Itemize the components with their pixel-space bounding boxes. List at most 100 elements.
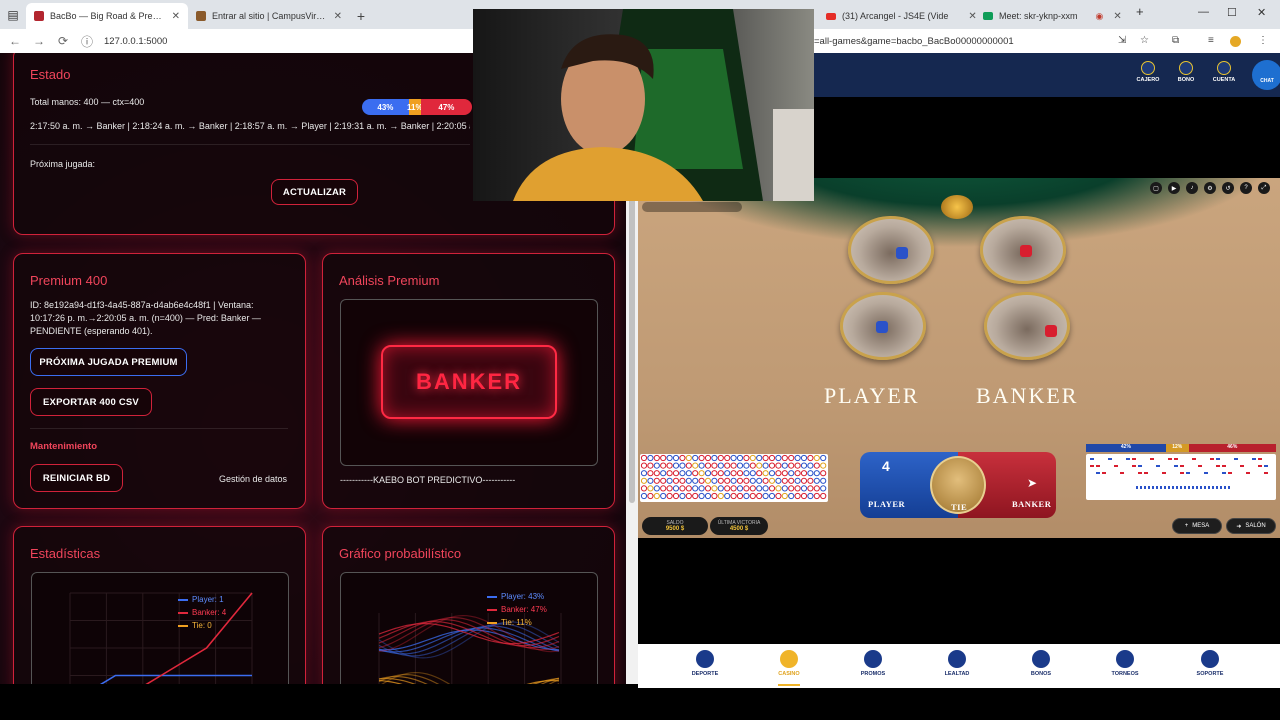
- nav-casino[interactable]: CASINO: [764, 650, 814, 686]
- profile-avatar[interactable]: [1230, 36, 1241, 47]
- nav-promos[interactable]: PROMOS: [848, 650, 898, 677]
- chat-button[interactable]: CHAT: [1252, 60, 1280, 90]
- bead-road[interactable]: [640, 454, 828, 502]
- bead: [640, 470, 648, 477]
- forward-icon[interactable]: →: [32, 34, 46, 48]
- cashier-button[interactable]: CAJERO: [1128, 61, 1168, 83]
- bead: [653, 462, 660, 469]
- bead: [685, 477, 692, 484]
- bead: [653, 485, 660, 492]
- bead: [775, 462, 782, 469]
- nav-bonos[interactable]: BONOS: [1016, 650, 1066, 677]
- close-window-icon[interactable]: ✕: [1257, 6, 1266, 19]
- legend-tie: Tie: 0: [192, 621, 212, 630]
- bead: [743, 462, 750, 469]
- new-tab-button[interactable]: +: [350, 3, 372, 29]
- url-field[interactable]: =all-games&game=bacbo_BacBo00000000001: [814, 36, 1014, 47]
- help-icon[interactable]: ?: [1240, 182, 1252, 194]
- stats-title: Estadísticas: [30, 546, 101, 561]
- bead: [768, 492, 776, 500]
- bead: [794, 485, 801, 492]
- prediction-badge: BANKER: [381, 345, 557, 419]
- minimize-icon[interactable]: —: [1198, 6, 1209, 18]
- menu-icon[interactable]: ⋮: [1258, 35, 1268, 46]
- reset-db-button[interactable]: REINICIAR BD: [30, 464, 123, 492]
- bead: [692, 492, 699, 500]
- bookmark-star-icon[interactable]: ☆: [1140, 35, 1149, 46]
- stat-player: 42%: [1086, 444, 1166, 452]
- next-premium-button[interactable]: PRÓXIMA JUGADA PREMIUM: [30, 348, 187, 376]
- extensions-icon[interactable]: ⧉: [1172, 35, 1179, 46]
- close-tab-icon[interactable]: ✕: [1113, 11, 1121, 22]
- reading-list-icon[interactable]: ≡: [1208, 35, 1214, 46]
- close-tab-icon[interactable]: ✕: [968, 11, 976, 22]
- bead: [762, 462, 769, 469]
- export-csv-button[interactable]: EXPORTAR 400 CSV: [30, 388, 152, 416]
- road-mark: [1198, 465, 1202, 467]
- bead: [711, 470, 718, 477]
- chat-bar[interactable]: [642, 202, 742, 212]
- bead: [800, 477, 808, 484]
- fullscreen-icon[interactable]: ⤢: [1258, 182, 1270, 194]
- banker-swatch: [487, 608, 497, 611]
- account-button[interactable]: CUENTA: [1204, 61, 1244, 83]
- bead: [640, 485, 648, 492]
- refresh-button[interactable]: ACTUALIZAR: [271, 179, 358, 205]
- bonus-button[interactable]: BONO: [1166, 61, 1206, 83]
- bead: [807, 454, 814, 462]
- road-mark: [1216, 458, 1220, 460]
- new-tab-button[interactable]: +: [1136, 4, 1144, 19]
- shaker-light: [941, 195, 973, 219]
- next-play-label: Próxima jugada:: [30, 159, 96, 169]
- reload-icon[interactable]: ⟳: [56, 34, 70, 48]
- road-mark: [1132, 465, 1136, 467]
- tie-bet-spot[interactable]: TIE: [930, 456, 986, 514]
- history-icon[interactable]: ↺: [1222, 182, 1234, 194]
- close-tab-icon[interactable]: ✕: [334, 11, 342, 22]
- stats-card: Estadísticas Player: 1 Banker: 4 Tie: 0: [13, 526, 306, 684]
- bead: [768, 470, 776, 477]
- close-tab-icon[interactable]: ✕: [172, 11, 180, 22]
- window-mode-icon[interactable]: ▢: [1150, 182, 1162, 194]
- tab-meet[interactable]: Meet: skr-yknp-xxm ◉ ✕: [983, 3, 1122, 29]
- mesa-button[interactable]: + MESA: [1172, 518, 1222, 534]
- sound-icon[interactable]: ♪: [1186, 182, 1198, 194]
- road-mark: [1220, 486, 1222, 489]
- tab-bacbo[interactable]: BacBo — Big Road & Premium 40 ✕: [26, 3, 188, 29]
- tab-search-icon[interactable]: ▤: [0, 0, 26, 29]
- tab-youtube[interactable]: (31) Arcangel - JS4E (Vide ✕: [826, 3, 977, 29]
- banker-dice-cup-2: [984, 292, 1070, 360]
- scrollbar-thumb[interactable]: [629, 193, 635, 503]
- bead: [647, 477, 654, 484]
- nav-soporte[interactable]: SOPORTE: [1185, 650, 1235, 677]
- settings-icon[interactable]: ⚙: [1204, 182, 1216, 194]
- bead: [724, 492, 731, 500]
- road-mark: [1264, 465, 1268, 467]
- bead: [717, 454, 724, 462]
- bead: [762, 470, 769, 477]
- site-info-icon[interactable]: ⓘ: [80, 33, 94, 50]
- tab-label: Entrar al sitio | CampusVirtual - B: [212, 11, 328, 21]
- nav-lealtad[interactable]: LEALTAD: [932, 650, 982, 677]
- nav-torneos[interactable]: TORNEOS: [1100, 650, 1150, 677]
- salon-label: SALÓN: [1245, 523, 1266, 529]
- bead: [820, 477, 827, 484]
- video-icon[interactable]: ▶: [1168, 182, 1180, 194]
- premium-title: Premium 400: [30, 273, 108, 288]
- bead: [800, 454, 808, 462]
- back-icon[interactable]: ←: [8, 34, 22, 48]
- bead: [679, 485, 686, 492]
- road-mark: [1138, 472, 1142, 474]
- bead: [743, 492, 750, 500]
- install-icon[interactable]: ⇲: [1118, 35, 1126, 46]
- url-field[interactable]: 127.0.0.1:5000: [104, 36, 167, 47]
- bead: [685, 470, 692, 477]
- bead: [788, 477, 795, 484]
- road-mark: [1150, 458, 1154, 460]
- maximize-icon[interactable]: ☐: [1227, 6, 1237, 19]
- tab-campus[interactable]: Entrar al sitio | CampusVirtual - B ✕: [188, 3, 350, 29]
- legend-tie: Tie: 11%: [501, 618, 532, 627]
- big-road[interactable]: [1086, 454, 1276, 500]
- salon-button[interactable]: ➜ SALÓN: [1226, 518, 1276, 534]
- nav-deporte[interactable]: DEPORTE: [680, 650, 730, 677]
